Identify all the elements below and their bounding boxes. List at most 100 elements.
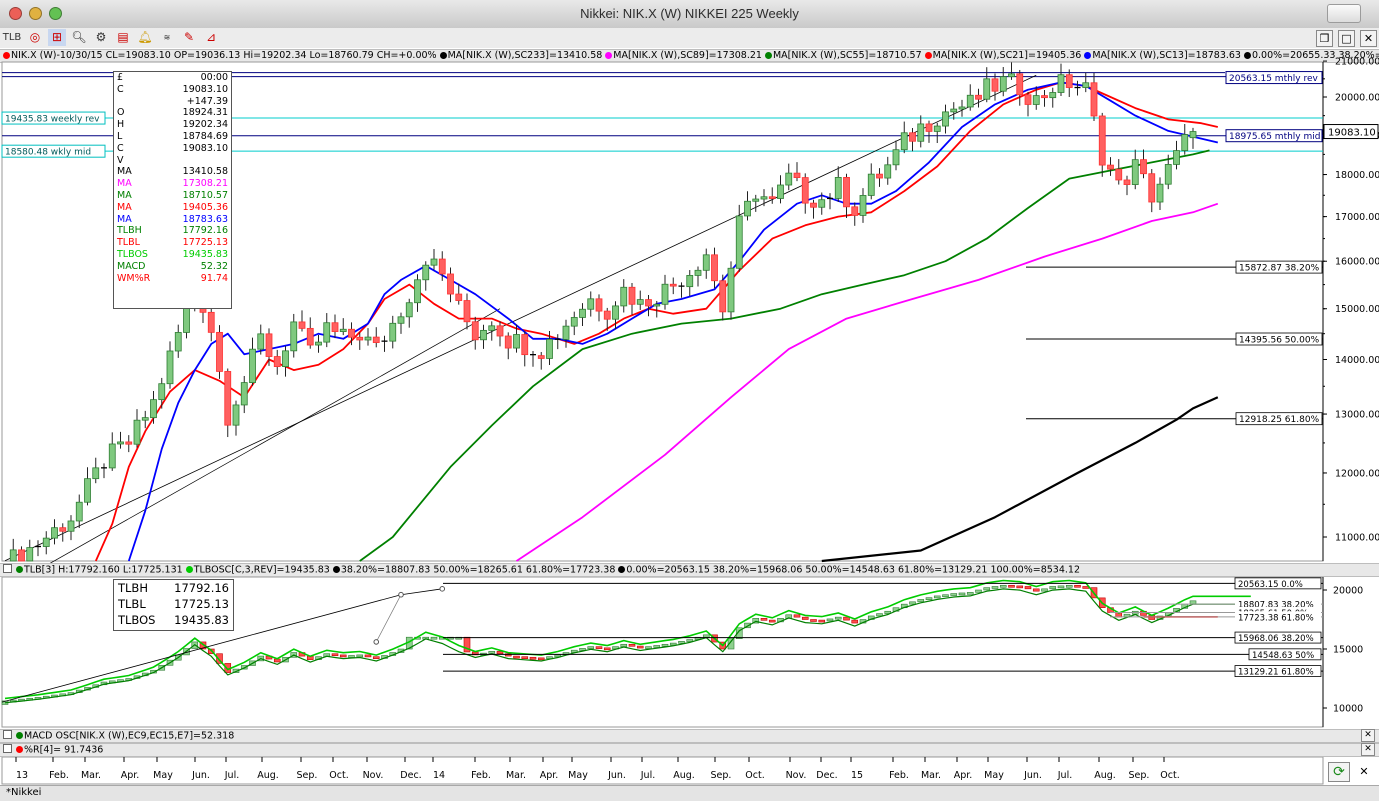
time-axis-label: 14	[433, 770, 445, 781]
candle-body	[1024, 94, 1032, 105]
tlb-y-tick-label: 15000	[1333, 645, 1363, 656]
tlb-box-key: TLBH	[118, 581, 148, 595]
wr-close-button[interactable]: ✕	[1361, 743, 1375, 756]
tlb-checkbox[interactable]	[3, 564, 12, 573]
data-window-row: TLBL 17725.13	[114, 237, 231, 249]
tlb-brick	[909, 601, 916, 605]
tlb-trendline-anchor	[398, 591, 404, 598]
tlb-brick	[942, 594, 949, 598]
tlb-brick	[1057, 585, 1065, 589]
tlb-fib-label-text: 14548.63 50%	[1252, 651, 1314, 661]
tlb-header-item: 0.00%=20563.15 38.20%=15968.06 50.00%=14…	[626, 564, 1080, 576]
candle-body	[768, 196, 776, 199]
tlb-y-tick-label: 10000	[1333, 704, 1363, 715]
candle-body	[884, 164, 892, 179]
wr-header-text: %R[4]= 91.7436	[24, 744, 104, 756]
candle-body	[810, 202, 817, 208]
time-axis-label: Oct.	[1160, 770, 1179, 781]
tlb-fib-label-text: 17723.38 61.80%	[1238, 613, 1314, 623]
candle-body	[983, 78, 991, 100]
tlb-y-tick-label: 20000	[1333, 586, 1363, 597]
tlb-brick	[793, 614, 801, 618]
time-axis-label: Oct.	[745, 770, 764, 781]
data-window: £00:00 C 19083.10 +147.39 O 18924.31 H 19202.34…	[113, 71, 232, 309]
candle-body	[925, 123, 933, 132]
tlb-box-key: TLBOS	[118, 613, 156, 627]
candle-body	[711, 254, 718, 282]
data-window-value: 17725.13	[182, 237, 228, 249]
macd-close-button[interactable]: ✕	[1361, 729, 1375, 742]
price-y-tick-label: 13000.00	[1335, 410, 1379, 421]
tlb-header-item: TLBOSC[C,3,REV]=19435.83	[193, 564, 330, 576]
tlb-brick	[1074, 584, 1081, 588]
data-window-value: 19435.83	[182, 248, 228, 260]
tlb-brick	[958, 592, 966, 596]
time-axis-label: Jul.	[640, 770, 655, 781]
data-window-value: 17308.21	[182, 178, 228, 190]
tlb-brick	[933, 595, 941, 599]
tlb-brick	[818, 619, 826, 623]
candle-body	[1189, 131, 1197, 139]
time-axis-label: Jun.	[607, 770, 626, 781]
chart-settings-button[interactable]: ✕	[1356, 764, 1372, 780]
macd-checkbox[interactable]	[3, 730, 12, 739]
tlb-brick	[636, 645, 644, 649]
candle-body	[777, 184, 784, 199]
workspace-tab[interactable]: *Nikkei	[0, 787, 41, 798]
time-axis-label: May	[984, 770, 1004, 781]
candle-body	[480, 329, 487, 341]
data-window-value: 19202.34	[182, 119, 228, 131]
candle-body	[859, 195, 867, 216]
candle-body	[1115, 168, 1123, 181]
time-axis-label: Feb.	[49, 770, 69, 781]
tlb-box-row: TLBL 17725.13	[114, 596, 233, 612]
wr-checkbox[interactable]	[3, 744, 12, 753]
candle-body	[958, 106, 966, 110]
tlb-box-value: 19435.83	[174, 613, 229, 627]
candle-body	[562, 325, 570, 340]
tlb-brick	[1041, 588, 1048, 592]
candle-body	[942, 111, 949, 127]
time-axis-label: May	[568, 770, 588, 781]
candle-body	[603, 310, 611, 320]
data-window-value: 91.74	[200, 272, 228, 284]
candle-body	[67, 520, 75, 532]
data-window-value: 19405.36	[182, 201, 228, 213]
data-window-row: £00:00	[114, 72, 231, 84]
data-window-key: £	[117, 72, 124, 83]
candle-body	[999, 76, 1007, 92]
candle-body	[686, 275, 694, 288]
time-axis-label: Feb.	[471, 770, 491, 781]
price-y-tick-label: 17000.00	[1335, 212, 1379, 223]
tlb-fib-label-text: 13129.21 61.80%	[1238, 668, 1314, 678]
candle-body	[735, 215, 743, 269]
candle-body	[26, 547, 34, 562]
candle-body	[59, 527, 67, 532]
candle-body	[1123, 179, 1131, 185]
price-y-tick-label: 11000.00	[1335, 533, 1379, 544]
tlb-brick	[702, 634, 710, 638]
tlb-brick	[331, 653, 339, 657]
candle-body	[438, 258, 446, 275]
data-window-row: C 19083.10	[114, 143, 231, 155]
candle-body	[504, 335, 512, 349]
candle-body	[496, 325, 504, 337]
candle-body	[18, 549, 25, 562]
data-window-value: 18784.69	[182, 130, 228, 142]
candle-body	[414, 279, 421, 304]
candle-body	[372, 336, 380, 343]
tlb-brick	[661, 643, 669, 647]
time-axis-label: Apr.	[954, 770, 973, 781]
candle-body	[331, 322, 339, 332]
candle-body	[1140, 159, 1147, 175]
candle-body	[917, 123, 925, 142]
refresh-button[interactable]: ⟳	[1328, 762, 1350, 782]
tlb-box-row: TLBOS 19435.83	[114, 612, 233, 628]
tlb-brick	[339, 654, 347, 658]
candle-body	[158, 383, 166, 401]
tlb-brick	[587, 646, 595, 649]
tlb-fib-label-text: 20563.15 0.0%	[1238, 580, 1303, 590]
data-window-key: WM%R	[117, 272, 151, 284]
candle-body	[653, 303, 661, 307]
candle-body	[587, 298, 595, 310]
